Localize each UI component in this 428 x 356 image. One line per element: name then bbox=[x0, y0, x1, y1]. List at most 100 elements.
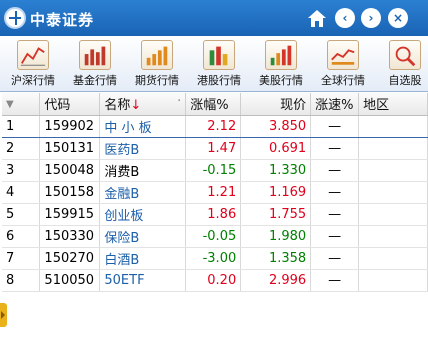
change-pct: 1.47 bbox=[185, 137, 242, 160]
index-column-header[interactable]: ▼ bbox=[2, 93, 41, 116]
column-header-change-pct[interactable]: 涨幅% bbox=[185, 93, 242, 116]
price: 1.169 bbox=[240, 181, 312, 204]
table-row[interactable]: 7 150270 白酒B -3.00 1.358 — bbox=[2, 247, 428, 270]
column-header-name[interactable]: 名称↓ · bbox=[99, 93, 187, 116]
toolbar-label: 全球行情 bbox=[321, 74, 365, 87]
global-chart-icon bbox=[327, 40, 359, 70]
table-row[interactable]: 5 159915 创业板 1.86 1.755 — bbox=[2, 203, 428, 226]
change-pct: 1.86 bbox=[185, 203, 242, 226]
toolbar-label: 基金行情 bbox=[73, 74, 117, 87]
change-pct: 2.12 bbox=[185, 115, 242, 138]
close-button[interactable]: × bbox=[388, 8, 408, 28]
region bbox=[358, 269, 428, 292]
speed: — bbox=[310, 159, 360, 182]
header-label: 地区 bbox=[363, 98, 390, 114]
us-stock-chart-icon bbox=[265, 40, 297, 70]
dot-icon: · bbox=[177, 94, 182, 110]
column-header-price[interactable]: 现价 bbox=[240, 93, 312, 116]
stock-name: 保险B bbox=[99, 225, 187, 248]
speed: — bbox=[310, 247, 360, 270]
watchlist-icon bbox=[389, 40, 421, 70]
change-pct: 0.20 bbox=[185, 269, 242, 292]
speed: — bbox=[310, 115, 360, 138]
bar-chart-icon bbox=[79, 40, 111, 70]
toolbar-label: 自选股 bbox=[388, 74, 422, 87]
header-label: 代码 bbox=[44, 98, 71, 114]
price: 1.358 bbox=[240, 247, 312, 270]
stock-code: 150270 bbox=[39, 247, 101, 270]
stock-code: 150158 bbox=[39, 181, 101, 204]
toolbar-item-watchlist[interactable]: 自选股 bbox=[374, 36, 428, 92]
stock-code: 150330 bbox=[39, 225, 101, 248]
toolbar-label: 期货行情 bbox=[135, 74, 179, 87]
quote-table: ▼ 代码 名称↓ · 涨幅% 现价 涨速% 地区 1 159902 中 小 板 2… bbox=[2, 93, 428, 292]
toolbar-label: 港股行情 bbox=[197, 74, 241, 87]
table-row[interactable]: 1 159902 中 小 板 2.12 3.850 — bbox=[2, 115, 428, 138]
hk-stock-chart-icon bbox=[203, 40, 235, 70]
table-row[interactable]: 6 150330 保险B -0.05 1.980 — bbox=[2, 225, 428, 248]
side-panel-toggle-handle[interactable] bbox=[0, 303, 7, 327]
row-index: 2 bbox=[2, 137, 41, 160]
row-index: 3 bbox=[2, 159, 41, 182]
market-toolbar: 沪深行情 基金行情 期货行情 港股行情 美股行情 全球行情 自选股 bbox=[0, 36, 428, 92]
price: 1.330 bbox=[240, 159, 312, 182]
row-index: 1 bbox=[2, 115, 41, 138]
toolbar-item-funds[interactable]: 基金行情 bbox=[64, 36, 126, 92]
stock-code: 159915 bbox=[39, 203, 101, 226]
row-index: 7 bbox=[2, 247, 41, 270]
header-label: 名称 bbox=[104, 98, 131, 114]
region bbox=[358, 159, 428, 182]
speed: — bbox=[310, 225, 360, 248]
line-chart-icon bbox=[17, 40, 49, 70]
chevron-down-icon: ▼ bbox=[6, 99, 14, 111]
speed: — bbox=[310, 137, 360, 160]
toolbar-item-a-shares[interactable]: 沪深行情 bbox=[2, 36, 64, 92]
sort-arrow-icon: ↓ bbox=[130, 98, 142, 114]
speed: — bbox=[310, 203, 360, 226]
region bbox=[358, 181, 428, 204]
row-index: 8 bbox=[2, 269, 41, 292]
row-index: 6 bbox=[2, 225, 41, 248]
speed: — bbox=[310, 181, 360, 204]
zhongtai-logo-icon bbox=[4, 7, 26, 29]
toolbar-item-us[interactable]: 美股行情 bbox=[250, 36, 312, 92]
price: 1.980 bbox=[240, 225, 312, 248]
price: 2.996 bbox=[240, 269, 312, 292]
price: 0.691 bbox=[240, 137, 312, 160]
stock-name: 白酒B bbox=[99, 247, 187, 270]
stock-code: 510050 bbox=[39, 269, 101, 292]
table-row[interactable]: 8 510050 50ETF 0.20 2.996 — bbox=[2, 269, 428, 292]
region bbox=[358, 247, 428, 270]
header-label: 涨速% bbox=[315, 98, 354, 114]
column-header-region[interactable]: 地区 bbox=[358, 93, 428, 116]
stock-code: 159902 bbox=[39, 115, 101, 138]
stock-name: 中 小 板 bbox=[99, 115, 187, 138]
table-row[interactable]: 2 150131 医药B 1.47 0.691 — bbox=[2, 137, 428, 160]
futures-chart-icon bbox=[141, 40, 173, 70]
table-row[interactable]: 3 150048 消费B -0.15 1.330 — bbox=[2, 159, 428, 182]
region bbox=[358, 137, 428, 160]
toolbar-item-futures[interactable]: 期货行情 bbox=[126, 36, 188, 92]
column-header-speed[interactable]: 涨速% bbox=[310, 93, 360, 116]
column-header-code[interactable]: 代码 bbox=[39, 93, 101, 116]
header-label: 涨幅% bbox=[190, 98, 229, 114]
change-pct: 1.21 bbox=[185, 181, 242, 204]
toolbar-item-global[interactable]: 全球行情 bbox=[312, 36, 374, 92]
row-index: 5 bbox=[2, 203, 41, 226]
row-index: 4 bbox=[2, 181, 41, 204]
app-title: 中泰证券 bbox=[30, 11, 95, 29]
table-header-row: ▼ 代码 名称↓ · 涨幅% 现价 涨速% 地区 bbox=[2, 93, 428, 116]
stock-code: 150048 bbox=[39, 159, 101, 182]
table-row[interactable]: 4 150158 金融B 1.21 1.169 — bbox=[2, 181, 428, 204]
stock-name: 金融B bbox=[99, 181, 187, 204]
toolbar-label: 沪深行情 bbox=[11, 74, 55, 87]
toolbar-label: 美股行情 bbox=[259, 74, 303, 87]
back-button[interactable]: ‹ bbox=[335, 8, 355, 28]
price: 3.850 bbox=[240, 115, 312, 138]
header-label: 现价 bbox=[280, 98, 307, 114]
home-icon[interactable] bbox=[307, 9, 327, 28]
change-pct: -0.15 bbox=[185, 159, 242, 182]
toolbar-item-hk[interactable]: 港股行情 bbox=[188, 36, 250, 92]
change-pct: -0.05 bbox=[185, 225, 242, 248]
forward-button[interactable]: › bbox=[361, 8, 381, 28]
